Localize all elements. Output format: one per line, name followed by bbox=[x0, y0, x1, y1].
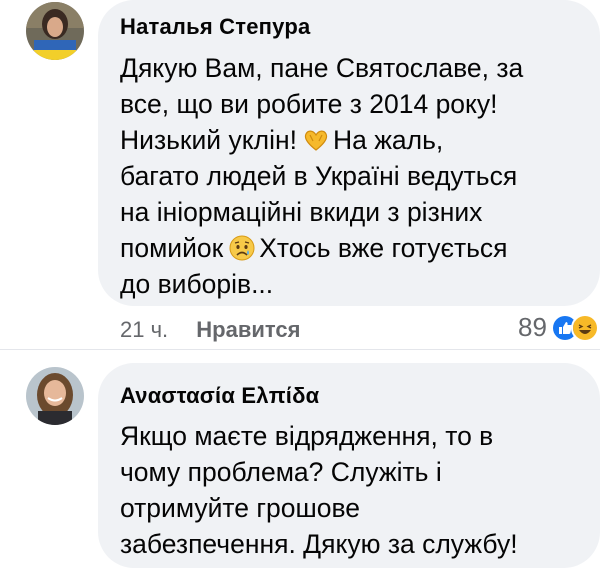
comment-author[interactable]: Наталья Степура bbox=[120, 14, 310, 40]
comment-line: чому проблема? Служіть і bbox=[120, 457, 442, 487]
reaction-count: 89 bbox=[518, 312, 547, 342]
reaction-summary[interactable]: 89 bbox=[518, 312, 599, 343]
comment-line: забезпечення. Дякую за службу! bbox=[120, 529, 518, 559]
comment-line-part: На жаль, bbox=[332, 125, 444, 155]
comment-line: помийок Хтось вже готується bbox=[120, 230, 523, 266]
comment-line: Якщо маєте відрядження, то в bbox=[120, 421, 494, 451]
comment-line: багато людей в Україні ведуться bbox=[120, 161, 518, 191]
comment-line-part: Низький уклін! bbox=[120, 125, 297, 155]
sad-face-icon bbox=[229, 235, 255, 261]
comment-line: отримуйте грошове bbox=[120, 493, 361, 523]
comment-text: Дякую Вам, пане Святославе, за все, що в… bbox=[120, 50, 523, 302]
avatar[interactable] bbox=[26, 367, 84, 425]
heart-hands-icon bbox=[303, 127, 329, 153]
comment-line: Дякую Вам, пане Святославе, за bbox=[120, 53, 524, 83]
comment-text: Якщо маєте відрядження, то в чому пробле… bbox=[120, 418, 518, 562]
comment-line: до виборів... bbox=[120, 269, 274, 299]
haha-reaction-icon bbox=[570, 313, 599, 342]
comment-line: Низький уклін! На жаль, bbox=[120, 122, 523, 158]
comment-timestamp[interactable]: 21 ч. bbox=[120, 317, 168, 342]
comment-line-part: помийок bbox=[120, 233, 224, 263]
comment-line-part: Хтось вже готується bbox=[259, 233, 508, 263]
comment-author[interactable]: Αναστασία Ελπίδα bbox=[120, 383, 319, 409]
avatar[interactable] bbox=[26, 2, 84, 60]
like-button[interactable]: Нравится bbox=[196, 317, 300, 342]
comment-meta: 21 ч. Нравится bbox=[120, 317, 300, 343]
section-divider bbox=[0, 349, 600, 350]
comment-line: на ініормаційні вкиди з різних bbox=[120, 197, 483, 227]
comment-line: все, що ви робите з 2014 року! bbox=[120, 89, 498, 119]
